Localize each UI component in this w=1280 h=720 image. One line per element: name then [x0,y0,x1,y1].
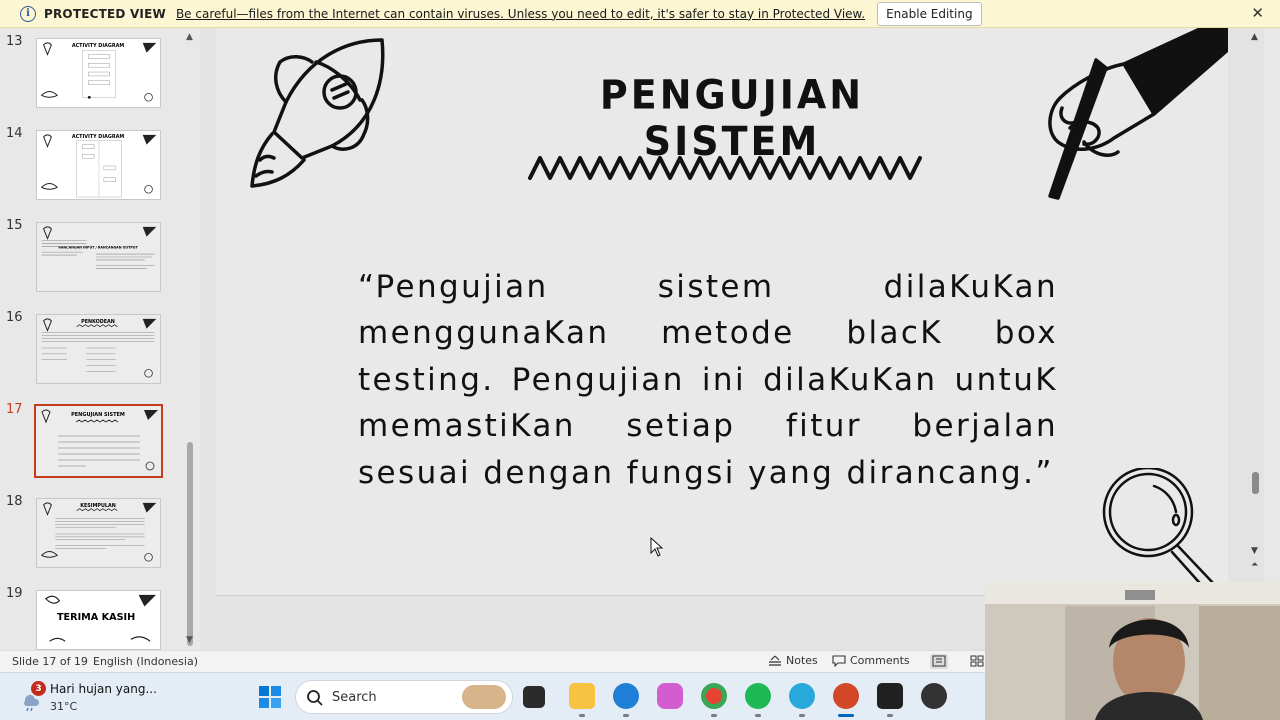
slide-thumbnail-13[interactable]: ACTIVITY DIAGRAM [36,38,161,108]
scroll-down-icon[interactable]: ▼ [186,635,193,645]
close-icon[interactable]: ✕ [1251,4,1264,22]
previous-slide-icon[interactable]: ⏶ [1251,560,1258,570]
running-indicator [887,714,893,717]
slide-thumbnail-19[interactable]: TERIMA KASIH [36,590,161,650]
media-player-icon[interactable] [921,683,947,709]
rocket-icon [250,38,385,188]
slide-thumbnail-17[interactable]: PENGUJIAN SISTEM [34,404,163,478]
current-slide[interactable]: PENGUJIAN SISTEM “Pengujian sistem dilaK… [216,28,1228,596]
capcut-icon[interactable] [877,683,903,709]
thumbnail-number: 15 [6,218,23,233]
info-shield-icon: i [20,5,36,22]
file-explorer-icon[interactable] [569,683,595,709]
spotify-icon[interactable] [745,683,771,709]
thumbnail-title: TERIMA KASIH [57,612,135,623]
slide-scrollbar[interactable]: ▲ ▼ ⏶ [1248,28,1264,650]
notes-button[interactable]: Notes [768,654,818,667]
running-indicator [623,714,629,717]
running-indicator [755,714,761,717]
windows-start-icon[interactable] [258,685,282,709]
thumbnail-title: PENGUJIAN SISTEM [71,412,125,418]
comments-label: Comments [850,654,910,667]
weather-description: Hari hujan yang... [50,682,157,696]
powerpoint-icon[interactable] [833,683,859,709]
mouse-cursor-icon [650,537,664,557]
thumbnail-scrollbar[interactable] [187,442,193,646]
thumbnail-title: RANCANGAN INPUT / RANCANGAN OUTPUT [58,245,138,249]
webcam-overlay [985,582,1280,720]
slide-thumbnail-panel: ▲ ▼ 13 ACTIVITY DIAGRAM 14 ACTIVITY DIAG… [0,28,200,650]
search-label: Search [332,690,377,705]
thumbnail-number: 19 [6,586,23,601]
search-highlight-image [462,685,506,709]
copilot-icon[interactable] [657,683,683,709]
task-view-icon[interactable] [523,686,545,708]
thumbnail-number: 17 [6,402,23,417]
comment-icon [832,654,846,667]
slide-thumbnail-14[interactable]: ACTIVITY DIAGRAM [36,130,161,200]
normal-view-button[interactable] [930,654,948,669]
search-icon [307,690,323,706]
language-indicator[interactable]: English (Indonesia) [93,655,198,668]
slide-thumbnail-15[interactable]: RANCANGAN INPUT / RANCANGAN OUTPUT [36,222,161,292]
scroll-up-icon[interactable]: ▲ [1251,32,1258,42]
thumbnail-title: ACTIVITY DIAGRAM [72,43,124,49]
protected-view-bar: i PROTECTED VIEW Be careful—files from t… [0,0,1280,28]
hand-writing-icon [1048,28,1228,200]
comments-button[interactable]: Comments [832,654,910,667]
chrome-browser-icon[interactable] [701,683,727,709]
protected-view-title: PROTECTED VIEW [44,6,166,21]
running-indicator [579,714,585,717]
thumbnail-number: 14 [6,126,23,141]
active-window-indicator [838,714,854,717]
zigzag-divider [528,156,922,180]
webcam-person-image [985,582,1280,720]
slide-thumbnail-16[interactable]: PENKODEAN [36,314,161,384]
taskbar-search-box[interactable]: Search [295,680,513,714]
protected-view-message[interactable]: Be careful—files from the Internet can c… [176,7,865,21]
edge-browser-icon[interactable] [613,683,639,709]
running-indicator [799,714,805,717]
slide-count: Slide 17 of 19 [12,655,88,668]
scroll-up-icon[interactable]: ▲ [186,32,193,42]
messaging-app-icon[interactable] [789,683,815,709]
weather-temperature: 31°C [50,700,78,713]
scroll-down-icon[interactable]: ▼ [1251,546,1258,556]
enable-editing-button[interactable]: Enable Editing [877,1,982,26]
slide-scrollbar-thumb[interactable] [1252,472,1259,494]
slide-editor-area: PENGUJIAN SISTEM “Pengujian sistem dilaK… [200,28,1264,650]
thumbnail-number: 13 [6,34,23,49]
magnifier-icon [1102,468,1216,592]
thumbnail-number: 16 [6,310,23,325]
thumbnail-number: 18 [6,494,23,509]
thumbnail-title: KESIMPULAN [80,503,116,509]
notes-label: Notes [786,654,818,667]
normal-view-icon [932,655,946,667]
slide-thumbnail-18[interactable]: KESIMPULAN [36,498,161,568]
notes-icon [769,655,781,666]
running-indicator [711,714,717,717]
thumbnail-title: PENKODEAN [81,319,115,325]
slide-sorter-icon[interactable] [970,655,984,668]
weather-widget[interactable]: 3 Hari hujan yang... 31°C [20,679,180,715]
notification-badge: 3 [31,681,46,696]
thumbnail-title: ACTIVITY DIAGRAM [72,134,124,140]
slide-body-text[interactable]: “Pengujian sistem dilaKuKan menggunaKan … [358,264,1058,496]
